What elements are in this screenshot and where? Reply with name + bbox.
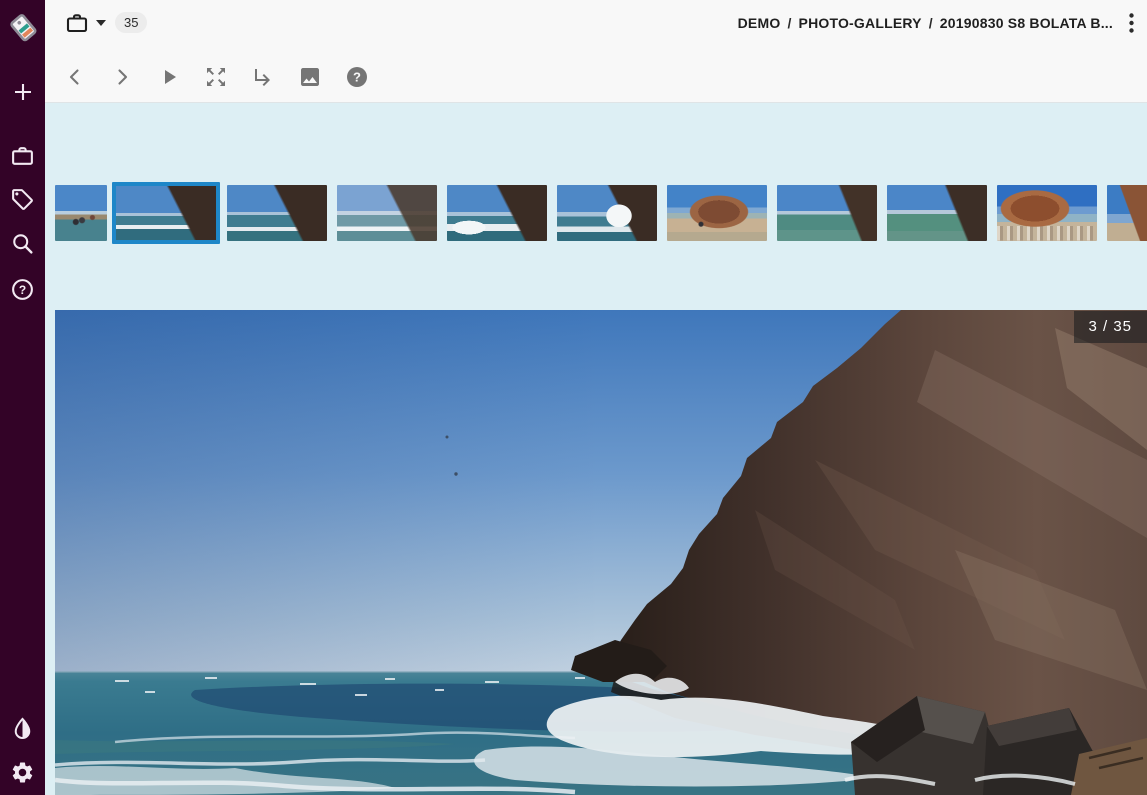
briefcase-icon <box>65 11 89 35</box>
thumbnail[interactable] <box>667 185 767 241</box>
locations-button[interactable] <box>0 133 45 177</box>
open-natively-button[interactable] <box>243 55 283 99</box>
image-counter-badge: 3 / 35 <box>1074 311 1147 343</box>
help-filled-icon: ? <box>345 65 369 89</box>
thumbnail[interactable] <box>557 185 657 241</box>
gear-icon <box>10 760 35 785</box>
breadcrumb-separator: / <box>929 15 933 31</box>
header: 35 DEMO / PHOTO-GALLERY / 20190830 S8 BO… <box>45 0 1147 103</box>
header-top-row: 35 DEMO / PHOTO-GALLERY / 20190830 S8 BO… <box>45 0 1147 46</box>
viewer-toolbar: ? <box>55 55 377 99</box>
plus-icon <box>11 80 35 104</box>
settings-button[interactable] <box>0 750 45 794</box>
create-new-button[interactable] <box>0 70 45 114</box>
play-icon <box>157 65 181 89</box>
thumbnail[interactable] <box>997 185 1097 241</box>
tag-icon <box>10 187 35 212</box>
thumbnail-selected[interactable] <box>112 182 220 244</box>
thumbnail[interactable] <box>337 185 437 241</box>
thumbnail[interactable] <box>887 185 987 241</box>
breadcrumb-item-location[interactable]: DEMO <box>738 15 781 31</box>
chevron-left-icon <box>63 65 87 89</box>
sidebar-help-button[interactable]: ? <box>0 267 45 311</box>
content-area: 3 / 35 <box>45 104 1147 795</box>
location-selector[interactable] <box>65 11 106 35</box>
previous-button[interactable] <box>55 55 95 99</box>
app-window: ? <box>0 0 1147 795</box>
main-photo <box>55 310 1147 795</box>
thumbnail[interactable] <box>447 185 547 241</box>
sidebar: ? <box>0 0 45 795</box>
tags-button[interactable] <box>0 177 45 221</box>
help-button[interactable]: ? <box>337 55 377 99</box>
image-icon <box>298 65 322 89</box>
chevron-right-icon <box>110 65 134 89</box>
svg-text:?: ? <box>353 70 361 85</box>
breadcrumb-item-folder[interactable]: PHOTO-GALLERY <box>799 15 922 31</box>
vertical-dots-icon <box>1129 13 1134 33</box>
thumbnail[interactable] <box>777 185 877 241</box>
breadcrumb-separator: / <box>787 15 791 31</box>
search-icon <box>10 231 35 256</box>
subdirectory-arrow-right-icon <box>251 65 275 89</box>
breadcrumb-item-current[interactable]: 20190830 S8 BOLATA B... <box>940 15 1113 31</box>
image-view-button[interactable] <box>290 55 330 99</box>
play-slideshow-button[interactable] <box>149 55 189 99</box>
folder-menu-button[interactable] <box>1121 11 1141 35</box>
thumbnail[interactable] <box>55 185 107 241</box>
expand-arrows-icon <box>204 65 228 89</box>
help-circle-icon: ? <box>10 277 35 302</box>
thumbnail-strip <box>55 181 1147 245</box>
svg-text:?: ? <box>19 282 26 296</box>
thumbnail[interactable] <box>227 185 327 241</box>
search-button[interactable] <box>0 221 45 265</box>
caret-down-icon <box>96 20 106 26</box>
photo-viewer: 3 / 35 <box>55 310 1147 795</box>
theme-toggle-button[interactable] <box>0 706 45 750</box>
file-count-badge: 35 <box>115 12 147 33</box>
fullscreen-button[interactable] <box>196 55 236 99</box>
briefcase-icon <box>10 143 35 168</box>
tagspaces-logo-icon[interactable] <box>0 0 45 58</box>
invert-colors-icon <box>10 716 35 741</box>
thumbnail[interactable] <box>1107 185 1147 241</box>
next-button[interactable] <box>102 55 142 99</box>
breadcrumb: DEMO / PHOTO-GALLERY / 20190830 S8 BOLAT… <box>738 0 1113 46</box>
